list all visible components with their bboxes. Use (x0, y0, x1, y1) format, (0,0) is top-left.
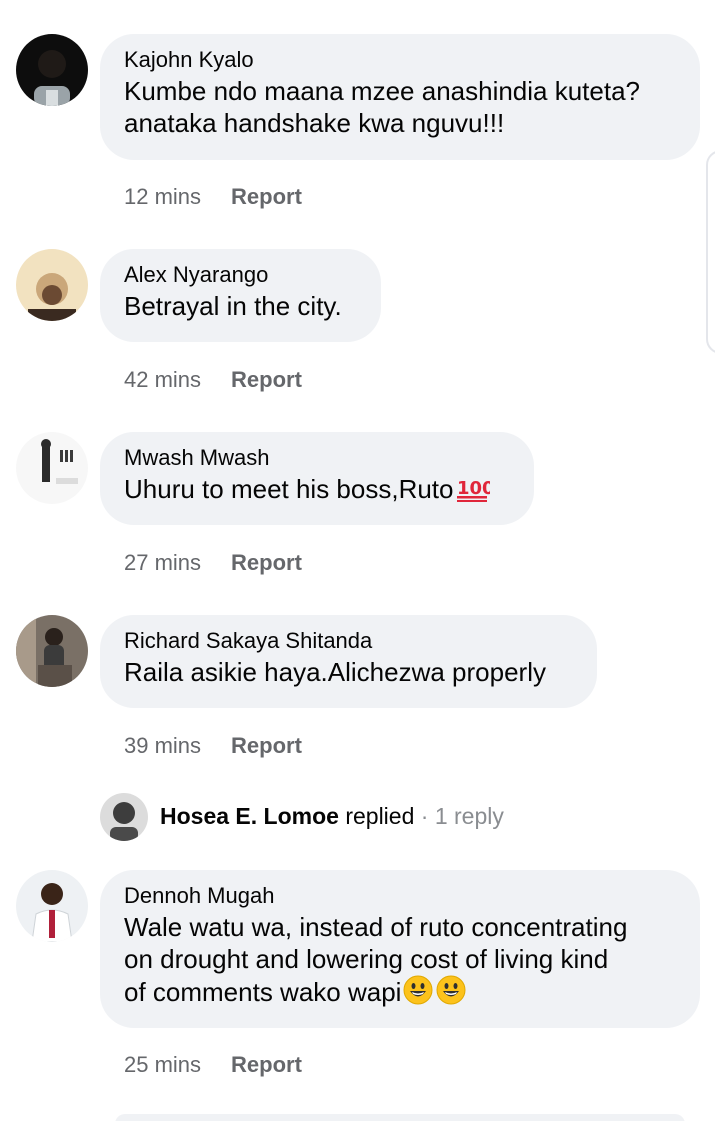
avatar[interactable] (16, 432, 88, 504)
comment-bubble: Richard Sakaya Shitanda Raila asikie hay… (100, 615, 597, 708)
report-button[interactable]: Report (231, 184, 302, 209)
comment-text: Raila asikie haya.Alichezwa properly (124, 657, 546, 687)
comment-time[interactable]: 42 mins (124, 367, 201, 392)
avatar[interactable] (16, 249, 88, 321)
replies-link[interactable]: Hosea E. Lomoe replied · 1 reply (100, 793, 660, 841)
comment-author[interactable]: Mwash Mwash (124, 443, 510, 473)
comment-meta: 39 mins Report (124, 733, 302, 759)
comment-text-content: Wale watu wa, instead of ruto concentrat… (124, 912, 628, 1007)
avatar[interactable] (16, 870, 88, 942)
comment-time[interactable]: 25 mins (124, 1052, 201, 1077)
comment-author[interactable]: Richard Sakaya Shitanda (124, 626, 573, 656)
reply-summary[interactable]: Hosea E. Lomoe replied · 1 reply (160, 802, 504, 830)
comment-time[interactable]: 39 mins (124, 733, 201, 758)
comment-bubble: Dennoh Mugah Wale watu wa, instead of ru… (100, 870, 700, 1028)
comment-bubble: Alex Nyarango Betrayal in the city. (100, 249, 381, 342)
comment-meta: 42 mins Report (124, 367, 302, 393)
comment-bubble: Kajohn Kyalo Kumbe ndo maana mzee anashi… (100, 34, 700, 160)
comment-author[interactable]: Dennoh Mugah (124, 881, 676, 911)
comment-text-content: Uhuru to meet his boss,Ruto (124, 474, 454, 504)
comment-text: Kumbe ndo maana mzee anashindia kuteta? … (124, 76, 641, 138)
report-button[interactable]: Report (231, 1052, 302, 1077)
comment-bubble: Mwash Mwash Uhuru to meet his boss,Ruto … (100, 432, 534, 525)
comment-time[interactable]: 27 mins (124, 550, 201, 575)
comment-author[interactable]: Alex Nyarango (124, 260, 357, 290)
hundred-points-emoji-icon: 100 (456, 474, 494, 509)
comment-author[interactable]: Kajohn Kyalo (124, 45, 676, 75)
report-button[interactable]: Report (231, 733, 302, 758)
smiley-emoji-icon (403, 975, 467, 1012)
comment-text: Betrayal in the city. (124, 291, 342, 321)
separator-dot: · (414, 803, 435, 829)
next-comment-bubble-peek (115, 1114, 685, 1121)
comment-time[interactable]: 12 mins (124, 184, 201, 209)
comment-meta: 12 mins Report (124, 184, 302, 210)
reply-action: replied (338, 803, 415, 829)
reply-avatar (100, 793, 148, 841)
report-button[interactable]: Report (231, 550, 302, 575)
comment-meta: 27 mins Report (124, 550, 302, 576)
scroll-edge-indicator (706, 150, 715, 354)
avatar[interactable] (16, 615, 88, 687)
reply-count[interactable]: 1 reply (435, 803, 504, 829)
report-button[interactable]: Report (231, 367, 302, 392)
svg-text:100: 100 (457, 478, 490, 499)
comment-text: Uhuru to meet his boss,Ruto 100 (124, 473, 510, 509)
avatar[interactable] (16, 34, 88, 106)
replier-name[interactable]: Hosea E. Lomoe (160, 803, 339, 829)
comment-meta: 25 mins Report (124, 1052, 302, 1078)
comment-text: Wale watu wa, instead of ruto concentrat… (124, 911, 676, 1012)
